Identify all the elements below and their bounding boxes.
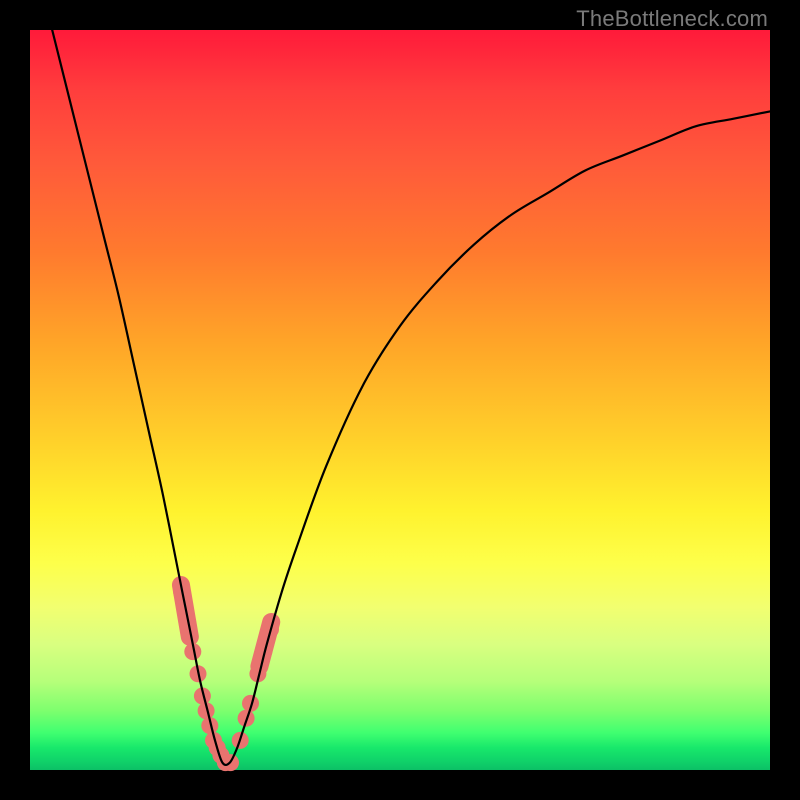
outer-frame: TheBottleneck.com bbox=[0, 0, 800, 800]
bottleneck-curve bbox=[52, 30, 770, 765]
markers-group bbox=[173, 584, 279, 771]
chart-svg bbox=[30, 30, 770, 770]
watermark-text: TheBottleneck.com bbox=[576, 6, 768, 32]
plot-area bbox=[30, 30, 770, 770]
